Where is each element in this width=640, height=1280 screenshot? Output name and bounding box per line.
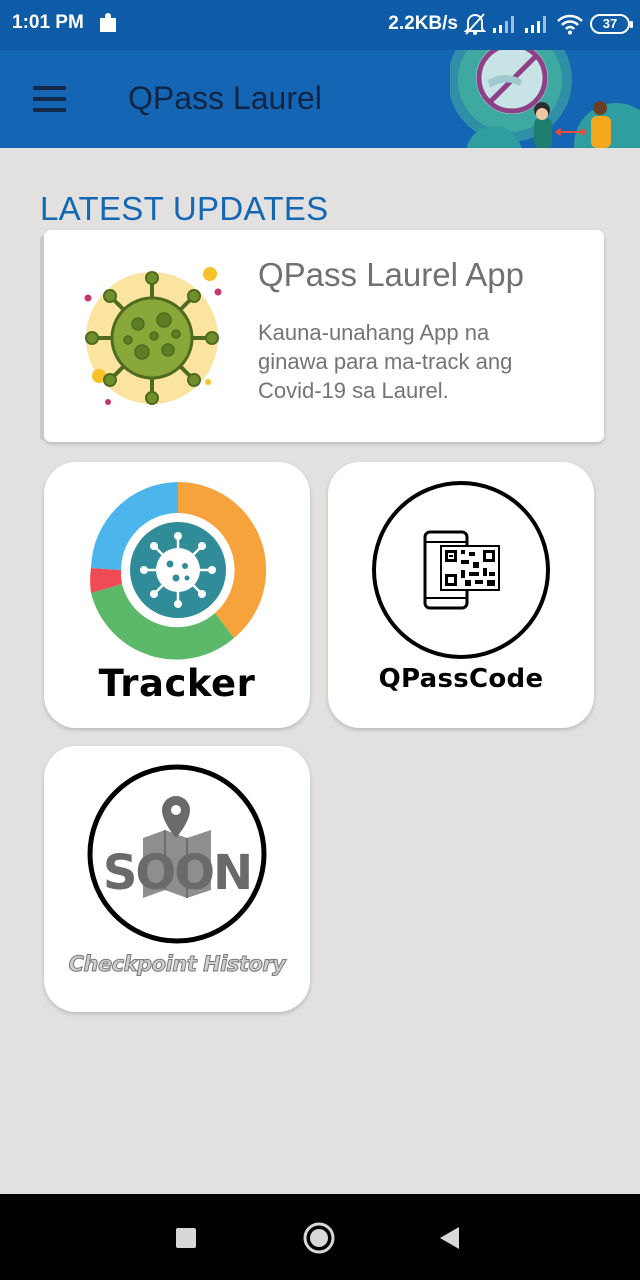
status-time: 1:01 PM	[12, 12, 84, 33]
phone-qr-code-icon	[372, 481, 550, 659]
update-title: QPass Laurel App	[258, 256, 524, 293]
tracker-tile[interactable]: Tracker	[44, 462, 310, 728]
bell-off-icon	[464, 13, 486, 35]
system-nav-bar	[0, 1194, 640, 1280]
checkpoint-history-label: Checkpoint History	[68, 952, 286, 977]
wifi-icon	[557, 14, 583, 35]
qpasscode-label: QPassCode	[378, 664, 544, 694]
back-triangle-icon[interactable]	[427, 1216, 471, 1260]
hamburger-menu-icon[interactable]	[22, 76, 78, 122]
update-description: Kauna-unahang App na ginawa para ma-trac…	[258, 320, 513, 403]
social-distancing-illustration	[450, 50, 640, 148]
section-title: LATEST UPDATES	[40, 190, 329, 227]
network-speed: 2.2KB/s	[388, 13, 458, 34]
update-card[interactable]: QPass Laurel App Kauna-unahang App na gi…	[44, 230, 604, 442]
soon-label: SOON	[102, 845, 253, 901]
signal-icon	[493, 16, 514, 33]
app-bar: QPass Laurel	[0, 50, 640, 148]
battery-icon: 37	[590, 14, 633, 34]
status-icons: 2.2KB/s 37	[388, 9, 633, 39]
tracker-label: Tracker	[98, 662, 256, 705]
recents-square-icon[interactable]	[164, 1216, 208, 1260]
qpasscode-tile[interactable]: QPassCode	[328, 462, 594, 728]
checkpoint-history-tile[interactable]: SOON Checkpoint History	[44, 746, 310, 1012]
status-bar: 1:01 PM 2.2KB/s 37	[0, 0, 640, 50]
soon-badge: SOON	[87, 764, 267, 944]
app-title: QPass Laurel	[128, 80, 322, 116]
signal-icon	[525, 16, 546, 33]
virus-icon	[84, 267, 222, 405]
home-circle-icon[interactable]	[297, 1216, 341, 1260]
donut-chart-virus-icon	[90, 481, 267, 660]
puzzle-icon	[100, 13, 116, 32]
